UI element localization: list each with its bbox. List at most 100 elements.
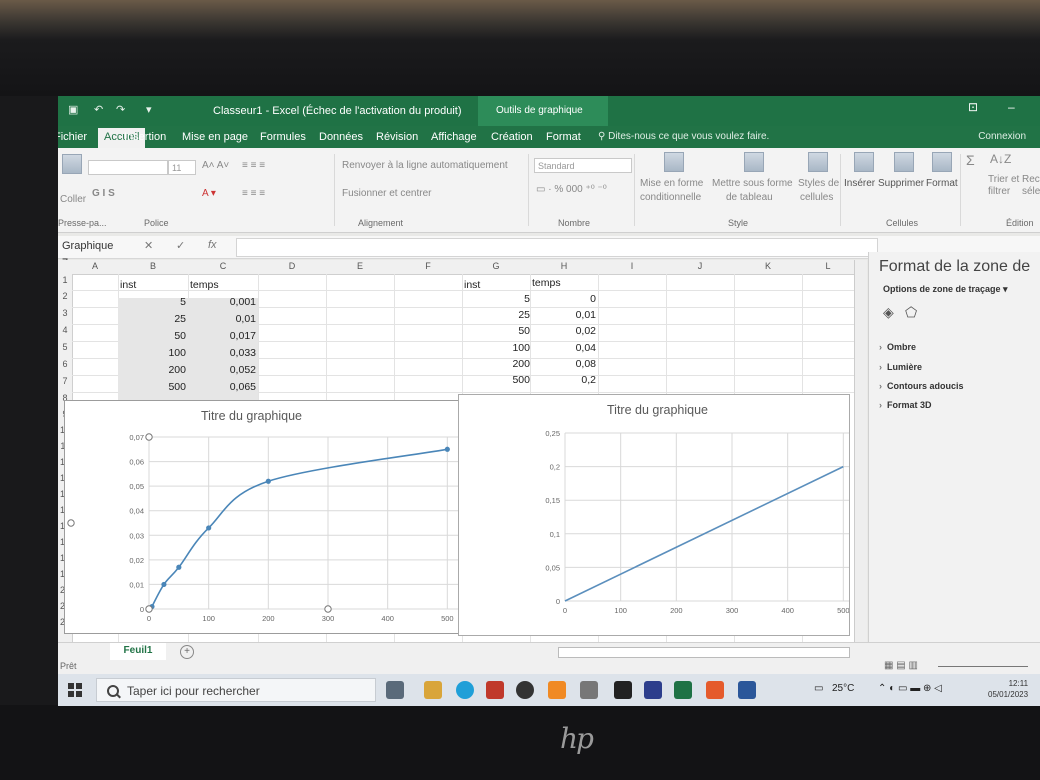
task-view-icon[interactable] (386, 681, 404, 699)
table1-cell[interactable]: 0,001 (188, 294, 256, 310)
table2-cell[interactable]: 25 (462, 307, 530, 323)
pane-section-soft-edges[interactable]: Contours adoucis (879, 381, 963, 391)
tab-insertion[interactable]: Insertion (124, 131, 166, 143)
pane-section-3d-format[interactable]: Format 3D (879, 400, 931, 410)
clock[interactable]: 12:11 05/01/2023 (988, 678, 1028, 700)
table1-header-temps[interactable]: temps (190, 277, 219, 293)
conditional-format-label-2[interactable]: conditionnelle (640, 192, 701, 203)
minimize-icon[interactable]: – (1008, 100, 1015, 114)
app-icon[interactable] (486, 681, 504, 699)
row-header[interactable]: 2 (58, 291, 72, 301)
table1-cell[interactable]: 50 (118, 328, 186, 344)
table1-cell[interactable]: 0,01 (188, 311, 256, 327)
column-header[interactable]: I (598, 261, 666, 271)
wrap-text-button[interactable]: Renvoyer à la ligne automatiquement (342, 160, 508, 171)
table1-cell[interactable]: 100 (118, 345, 186, 361)
sort-filter-button[interactable]: Trier et (988, 174, 1019, 185)
word-icon[interactable] (738, 681, 756, 699)
column-header[interactable]: F (394, 261, 462, 271)
table1-cell[interactable]: 25 (118, 311, 186, 327)
sort-filter-icon[interactable]: A↓Z (990, 152, 1011, 166)
paste-button[interactable]: Coller (60, 194, 86, 205)
tab-format[interactable]: Format (546, 131, 581, 143)
powershell-icon[interactable] (644, 681, 662, 699)
tab-fichier[interactable]: Fichier (58, 131, 87, 143)
tab-donnees[interactable]: Données (319, 131, 363, 143)
weather-icon[interactable]: ▭ (814, 683, 823, 694)
vertical-scrollbar[interactable] (854, 260, 867, 642)
edge-icon[interactable] (456, 681, 474, 699)
tray-icons[interactable]: ⌃ ◐ ▭ ▬ ⊕ ◁ (878, 683, 942, 694)
name-box[interactable]: Graphique 7 (58, 238, 122, 269)
cancel-icon[interactable]: ✕ (144, 239, 153, 252)
column-header[interactable]: G (462, 261, 530, 271)
insert-cells-button[interactable]: Insérer (844, 178, 875, 189)
table1-header-inst[interactable]: inst (120, 277, 136, 293)
table1-cell[interactable]: 200 (118, 362, 186, 378)
table1-cell[interactable]: 0,052 (188, 362, 256, 378)
row-header[interactable]: 6 (58, 359, 72, 369)
table2-cell[interactable]: 200 (462, 356, 530, 372)
column-header[interactable]: K (734, 261, 802, 271)
cut-icon[interactable] (62, 154, 82, 174)
autosum-icon[interactable]: Σ (966, 152, 975, 168)
table2-cell[interactable]: 100 (462, 340, 530, 356)
find-select-button[interactable]: Rech (1022, 174, 1040, 185)
table2-cell[interactable]: 0,02 (530, 323, 596, 339)
column-header[interactable]: C (188, 261, 258, 271)
tab-creation[interactable]: Création (491, 131, 533, 143)
grow-font-icon[interactable]: A˄ A˅ (202, 160, 229, 171)
row-header[interactable]: 4 (58, 325, 72, 335)
table2-cell[interactable]: 0,08 (530, 356, 596, 372)
find-select-button-2[interactable]: sélec (1022, 186, 1040, 197)
chart-2[interactable]: Titre du graphique 0 0,05 0,1 0,15 0,2 0,25 0 1… (458, 394, 850, 636)
table1-cell[interactable]: 0,033 (188, 345, 256, 361)
table2-header-temps[interactable]: temps (532, 275, 561, 291)
tab-mise-en-page[interactable]: Mise en page (182, 131, 248, 143)
file-explorer-icon[interactable] (424, 681, 442, 699)
excel-icon[interactable] (674, 681, 692, 699)
row-header[interactable]: 3 (58, 308, 72, 318)
pane-section-shadow[interactable]: Ombre (879, 342, 916, 352)
tab-formules[interactable]: Formules (260, 131, 306, 143)
table2-cell[interactable]: 0 (530, 291, 596, 307)
github-icon[interactable] (516, 681, 534, 699)
merge-center-button[interactable]: Fusionner et centrer (342, 188, 432, 199)
cell-styles-label-2[interactable]: cellules (800, 192, 833, 203)
enter-icon[interactable]: ✓ (176, 239, 185, 252)
table1-cell[interactable]: 0,065 (188, 379, 256, 395)
column-header[interactable]: J (666, 261, 734, 271)
chart-1[interactable]: Titre du graphique 0 0,01 0,02 0,03 0,04 0,05… (64, 400, 464, 634)
undo-icon[interactable]: ↶ (94, 103, 103, 116)
redo-icon[interactable]: ↷ (116, 103, 125, 116)
weather-temp[interactable]: 25°C (832, 683, 854, 694)
format-as-table-label-2[interactable]: de tableau (726, 192, 773, 203)
save-icon[interactable]: ▣ (68, 103, 78, 116)
app-icon[interactable] (706, 681, 724, 699)
delete-cells-button[interactable]: Supprimer (878, 178, 924, 189)
align-top-icon[interactable]: ≡ ≡ ≡ (242, 160, 265, 171)
table2-cell[interactable]: 0,2 (530, 372, 596, 388)
row-header[interactable]: 5 (58, 342, 72, 352)
table2-cell[interactable]: 0,04 (530, 340, 596, 356)
number-format-dropdown[interactable]: Standard (534, 158, 632, 173)
plot-area-options-dropdown[interactable]: Options de zone de traçage ▾ (883, 284, 1008, 295)
app-icon[interactable] (580, 681, 598, 699)
add-sheet-icon[interactable]: + (180, 645, 194, 659)
quick-access-dropdown-icon[interactable]: ▾ (146, 103, 152, 116)
row-header[interactable]: 7 (58, 376, 72, 386)
number-format-icons[interactable]: ▭ · % 000 ⁺⁰ ⁻⁰ (536, 184, 607, 195)
ribbon-display-icon[interactable]: ⊡ (968, 100, 978, 114)
insert-function-icon[interactable]: fx (208, 239, 217, 251)
sort-filter-button-2[interactable]: filtrer (988, 186, 1010, 197)
fill-line-icon[interactable]: ◈ (883, 304, 894, 321)
column-header[interactable]: L (802, 261, 854, 271)
font-color-icon[interactable]: A ▾ (202, 188, 216, 199)
table2-cell[interactable]: 0,01 (530, 307, 596, 323)
column-header[interactable]: E (326, 261, 394, 271)
pane-section-glow[interactable]: Lumière (879, 362, 922, 372)
horizontal-scrollbar[interactable] (558, 647, 850, 658)
table1-cell[interactable]: 0,017 (188, 328, 256, 344)
format-cells-button[interactable]: Format (926, 178, 958, 189)
align-center-icon[interactable]: ≡ ≡ ≡ (242, 188, 265, 199)
